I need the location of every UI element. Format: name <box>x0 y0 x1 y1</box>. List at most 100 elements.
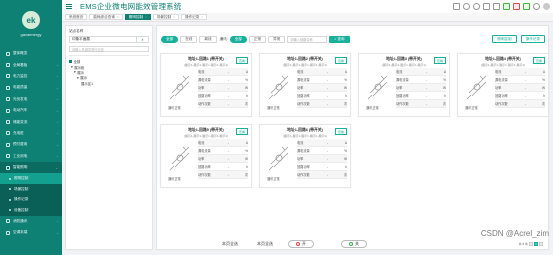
clock-icon[interactable] <box>463 3 470 10</box>
row-value: - <box>425 77 428 82</box>
card-row: 功率 - W <box>198 84 248 92</box>
comm-abnormal-button[interactable]: 异常 <box>268 35 286 43</box>
card-view-button[interactable]: 查看 <box>235 128 248 135</box>
loop-card[interactable]: 地址1-回路2 (带开关) (展示1-展示1-展示1-展示1-展示1) 查看 通讯正常… <box>259 53 351 117</box>
settings-icon[interactable] <box>533 3 540 10</box>
light-control-button[interactable]: 照明控制 <box>492 35 517 43</box>
filter-online-button[interactable]: 在线 <box>180 35 198 43</box>
sidebar-subitem-light-control[interactable]: 照明控制 <box>0 173 62 184</box>
sidebar-item-power-monitor[interactable]: 电力监控 › <box>0 71 62 82</box>
caret-icon[interactable]: ▾ <box>74 70 76 74</box>
close-icon[interactable]: × <box>173 15 175 19</box>
grid-icon[interactable] <box>493 3 500 10</box>
caret-icon[interactable]: ▾ <box>77 76 79 80</box>
comm-all-button[interactable]: 全部 <box>229 35 247 43</box>
checkbox[interactable] <box>69 60 72 64</box>
filter-all-button[interactable]: 全部 <box>161 35 179 43</box>
sidebar-item-lighting[interactable]: 智能照明 ⌄ <box>0 161 62 174</box>
page-1-button[interactable]: 1 <box>534 241 538 246</box>
prev-page-button[interactable]: < <box>529 241 533 246</box>
card-view-button[interactable]: 查看 <box>334 57 347 64</box>
card-view-button[interactable]: 查看 <box>433 57 446 64</box>
site-select[interactable]: 印象平面展 ⌕ <box>69 36 149 43</box>
comm-status: 通讯正常 <box>168 106 181 110</box>
notice-icon[interactable] <box>523 3 530 10</box>
sidebar-item-fire[interactable]: 消防通讯 › <box>0 216 62 227</box>
switch-icon <box>265 142 293 172</box>
sidebar-item-power-quality[interactable]: 电能质量 › <box>0 82 62 93</box>
row-value: - <box>326 101 329 106</box>
comm-status: 通讯正常 <box>465 106 478 110</box>
select-all-button[interactable]: 本页全选 <box>222 241 238 247</box>
close-icon[interactable]: × <box>117 15 119 19</box>
card-row: 漏电流量 -% <box>198 76 248 84</box>
tab-scene-control[interactable]: 场景控制 × <box>152 14 179 20</box>
row-value: - <box>524 101 527 106</box>
card-row: 功率 - W <box>198 155 248 163</box>
row-key: 动作次数 <box>198 102 211 106</box>
caret-icon[interactable]: ▾ <box>71 65 73 69</box>
sidebar-item-storage[interactable]: 储能变流 › <box>0 116 62 127</box>
sidebar-item-industrial[interactable]: 工业用电 › <box>0 151 62 162</box>
sidebar-subitem-device-control[interactable]: 设备控制 <box>0 205 62 216</box>
turn-off-button[interactable]: 关 <box>341 239 367 248</box>
tab-op-record[interactable]: 操作记录 × <box>180 14 208 20</box>
message-icon[interactable] <box>503 3 510 10</box>
op-record-button[interactable]: 操作记录 <box>520 35 545 43</box>
tree-filter-input[interactable]: 请输入关键字进行过滤 <box>69 46 149 52</box>
loop-card[interactable]: 地址1-回路6 (带开关) (展示1-展示1-展示1-展示1-展示1) 查看 通讯正常… <box>259 124 351 188</box>
card-row: 功率 - W <box>297 84 347 92</box>
alarm-icon[interactable] <box>513 3 520 10</box>
card-row: 回路功率 - h <box>297 163 347 171</box>
loop-card[interactable]: 地址1-回路1 (带开关) (展示1-展示1-展示1-展示1-展示1) 查看 通讯正常… <box>160 53 252 117</box>
query-button[interactable]: ⌕ 查询 <box>329 35 350 43</box>
tree-node[interactable]: 展示区1 <box>69 81 149 86</box>
card-view-button[interactable]: 查看 <box>532 57 545 64</box>
switch-icon <box>166 71 194 101</box>
sidebar-item-pv[interactable]: 光伏发电 › <box>0 94 62 105</box>
close-icon[interactable]: × <box>145 15 147 19</box>
tab-light-control[interactable]: 照明控制 × <box>124 14 151 20</box>
card-rows: 电流 - A 漏电流量 -% 功率 - W 回路功率 - h 动作次数 - 次 <box>297 68 347 108</box>
row-unit: h <box>345 93 347 98</box>
card-view-button[interactable]: 查看 <box>235 57 248 64</box>
monitor-icon[interactable] <box>453 3 460 10</box>
next-page-button[interactable]: > <box>539 241 543 246</box>
row-value: - <box>524 69 527 74</box>
sidebar-item-overview[interactable]: 整体概览 <box>0 48 62 59</box>
menu-toggle-icon[interactable] <box>66 4 72 9</box>
loop-card[interactable]: 地址1-回路5 (带开关) (展示1-展示1-展示1-展示1-展示1) 查看 通讯正常… <box>160 124 252 188</box>
search-icon[interactable]: ⌕ <box>136 36 148 43</box>
power-icon <box>349 241 353 246</box>
row-value: - <box>425 69 428 74</box>
comm-normal-button[interactable]: 正常 <box>248 35 267 43</box>
bell-icon[interactable] <box>473 3 480 10</box>
row-unit: A <box>443 69 446 74</box>
battery-icon <box>6 120 10 125</box>
avatar[interactable] <box>543 3 550 10</box>
sidebar-subitem-scene-control[interactable]: 场景控制 <box>0 183 62 195</box>
loop-name-input[interactable]: 请输入回路名称 <box>287 35 328 43</box>
tab-home[interactable]: 系统首页 <box>65 14 88 20</box>
card-view-button[interactable]: 查看 <box>334 128 347 135</box>
sidebar-item-prepaid[interactable]: 预付费用 › <box>0 139 62 150</box>
sidebar-item-hvac[interactable]: 空调末端 › <box>0 227 62 238</box>
row-value: - <box>326 69 329 74</box>
car-icon <box>6 108 10 113</box>
row-key: 电流 <box>396 70 403 74</box>
fullscreen-icon[interactable] <box>483 3 490 10</box>
loop-card[interactable]: 地址1-回路3 (带开关) (展示1-展示1-展示1-展示1-展示1) 查看 通讯正常… <box>358 53 450 117</box>
close-icon[interactable]: × <box>201 15 203 19</box>
turn-on-button[interactable]: 开 <box>288 239 314 248</box>
loop-card[interactable]: 地址1-回路4 (带开关) (展示1-展示1-展示1-展示1-展示1) 查看 通讯正常… <box>457 53 549 117</box>
select-page-button[interactable]: 本页全选 <box>257 241 273 247</box>
sidebar-subitem-op-record[interactable]: 操作记录 <box>0 194 62 206</box>
sidebar-item-ev[interactable]: 电动汽车 › <box>0 105 62 116</box>
sidebar-item-dashboard[interactable]: 全局看板 › <box>0 59 62 70</box>
filter-offline-button[interactable]: 离线 <box>199 35 217 43</box>
row-key: 动作次数 <box>297 102 310 106</box>
tab-energy-query[interactable]: 能耗综合查询 × <box>89 14 123 20</box>
row-key: 漏电流量 <box>297 149 310 153</box>
row-key: 漏电流量 <box>396 78 409 82</box>
sidebar-item-charger[interactable]: 充电桩 › <box>0 128 62 139</box>
